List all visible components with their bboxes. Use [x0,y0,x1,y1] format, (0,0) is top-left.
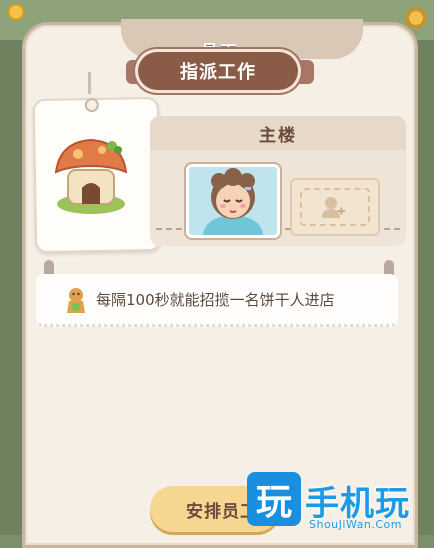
worker-slot-1[interactable] [186,164,280,238]
tag-hole [84,97,99,113]
info-text: 每隔100秒就能招揽一名饼干人进店 [96,291,335,309]
watermark-url: ShouJiWan.Com [309,518,402,531]
watermark-logo: 玩 手机玩 ShouJiWan.Com [245,470,434,535]
building-name: 主楼 [259,126,297,146]
watermark-tile: 玩 [247,472,301,526]
mushroom-house-icon [54,138,128,214]
assign-work-ribbon: 指派工作 [138,52,298,90]
left-background [0,40,22,535]
sun-icon [6,2,26,22]
tag-string [88,72,91,94]
gingerbread-icon [67,288,85,313]
empty-worker-slot[interactable] [290,178,380,236]
add-person-icon [322,197,345,218]
worker-portrait [203,168,263,235]
